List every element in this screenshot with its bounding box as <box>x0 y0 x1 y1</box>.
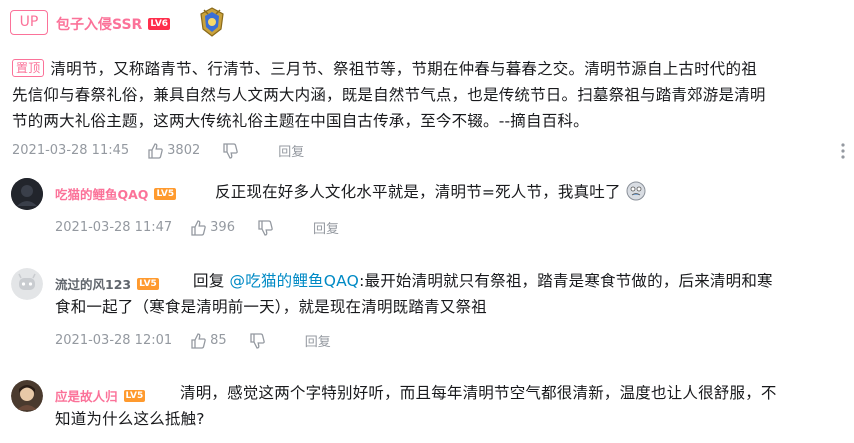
level-badge: LV5 <box>137 277 159 290</box>
comment-line: 反正现在好多人文化水平就是，清明节=死人节，我真吐了 <box>215 183 621 201</box>
level-badge: LV5 <box>123 389 146 402</box>
avatar[interactable] <box>11 380 43 412</box>
up-badge: UP <box>10 10 48 35</box>
default-avatar-icon <box>11 268 43 300</box>
thumbs-up-icon <box>191 332 206 349</box>
mention-link[interactable]: @吃猫的鲤鱼QAQ <box>230 272 360 290</box>
like-button[interactable]: 3802 <box>147 142 201 159</box>
dislike-button[interactable] <box>249 332 269 349</box>
comment-text-continued: 知道为什么这么抵触? <box>55 406 205 432</box>
thumbs-down-icon <box>223 142 239 159</box>
reply-button[interactable]: 回复 <box>305 331 331 350</box>
avatar[interactable] <box>11 178 43 210</box>
top-comment-text: 置顶 清明节，又称踏青节、行清节、三月节、祭祖节等，节期在仲春与暮春之交。清明节源… <box>12 56 848 134</box>
comment-meta: 2021-03-28 11:47 396 回复 <box>55 218 339 237</box>
comment-time: 2021-03-28 11:45 <box>12 143 130 158</box>
comment-text: 清明，感觉这两个字特别好听，而且每年清明节空气都很清新，温度也让人很舒服，不 <box>180 380 845 406</box>
thumbs-down-icon <box>250 332 265 349</box>
username[interactable]: 流过的风123 <box>55 274 131 293</box>
comment-time: 2021-03-28 11:47 <box>55 220 173 235</box>
comment-line: 食和一起了（寒食是清明前一天），就是现在清明既踏青又祭祖 <box>55 298 487 316</box>
avatar-image <box>11 380 43 412</box>
thumbs-down-icon <box>258 219 273 236</box>
username[interactable]: 包子入侵SSR <box>56 14 142 34</box>
comment-line: 先信仰与春祭礼俗，兼具自然与人文两大内涵，既是自然节气点，也是传统节日。扫墓祭祖… <box>12 86 766 104</box>
thumbs-up-icon <box>148 142 163 159</box>
reply-button[interactable]: 回复 <box>278 141 304 160</box>
pinned-badge: 置顶 <box>12 59 45 77</box>
username[interactable]: 吃猫的鲤鱼QAQ <box>55 184 148 203</box>
level-badge: LV5 <box>154 187 177 200</box>
like-count: 3802 <box>167 143 201 158</box>
reply-button[interactable]: 回复 <box>313 218 339 237</box>
medal-badge-icon <box>200 7 224 37</box>
like-button[interactable]: 85 <box>190 332 227 349</box>
username[interactable]: 应是故人归 <box>55 386 118 405</box>
avatar[interactable] <box>11 268 43 300</box>
comment-header: 吃猫的鲤鱼QAQ LV5 <box>55 184 177 203</box>
comment-line: :最开始清明就只有祭祖，踏青是寒食节做的，后来清明和寒 <box>359 272 773 290</box>
comment-header: 流过的风123 LV5 <box>55 274 159 293</box>
avatar-image <box>11 178 43 210</box>
top-comment-header: 包子入侵SSR LV6 <box>56 14 171 34</box>
comment-text: 反正现在好多人文化水平就是，清明节=死人节，我真吐了 <box>215 179 646 205</box>
like-count: 85 <box>210 333 227 348</box>
level-badge: LV6 <box>148 18 171 30</box>
like-button[interactable]: 396 <box>190 219 235 236</box>
comment-line: 知道为什么这么抵触? <box>55 410 205 428</box>
comment-text: 回复 @吃猫的鲤鱼QAQ:最开始清明就只有祭祖，踏青是寒食节做的，后来清明和寒 <box>193 268 833 294</box>
comment-text-continued: 食和一起了（寒食是清明前一天），就是现在清明既踏青又祭祖 <box>55 294 487 320</box>
comment-header: 应是故人归 LV5 <box>55 386 146 405</box>
dislike-button[interactable] <box>222 142 242 159</box>
dislike-button[interactable] <box>257 219 277 236</box>
emoji-icon <box>626 181 646 201</box>
reply-prefix: 回复 <box>193 272 225 290</box>
thumbs-up-icon <box>191 219 206 236</box>
comment-line: 清明，感觉这两个字特别好听，而且每年清明节空气都很清新，温度也让人很舒服，不 <box>180 384 777 402</box>
comment-time: 2021-03-28 12:01 <box>55 333 173 348</box>
like-count: 396 <box>210 220 235 235</box>
more-options-icon[interactable] <box>840 142 846 160</box>
top-comment-meta: 2021-03-28 11:45 3802 回复 <box>12 141 304 160</box>
comment-meta: 2021-03-28 12:01 85 回复 <box>55 331 331 350</box>
comment-line: 清明节，又称踏青节、行清节、三月节、祭祖节等，节期在仲春与暮春之交。清明节源自上… <box>50 60 757 78</box>
comment-line: 节的两大礼俗主题，这两大传统礼俗主题在中国自古传承，至今不辍。--摘自百科。 <box>12 112 589 130</box>
